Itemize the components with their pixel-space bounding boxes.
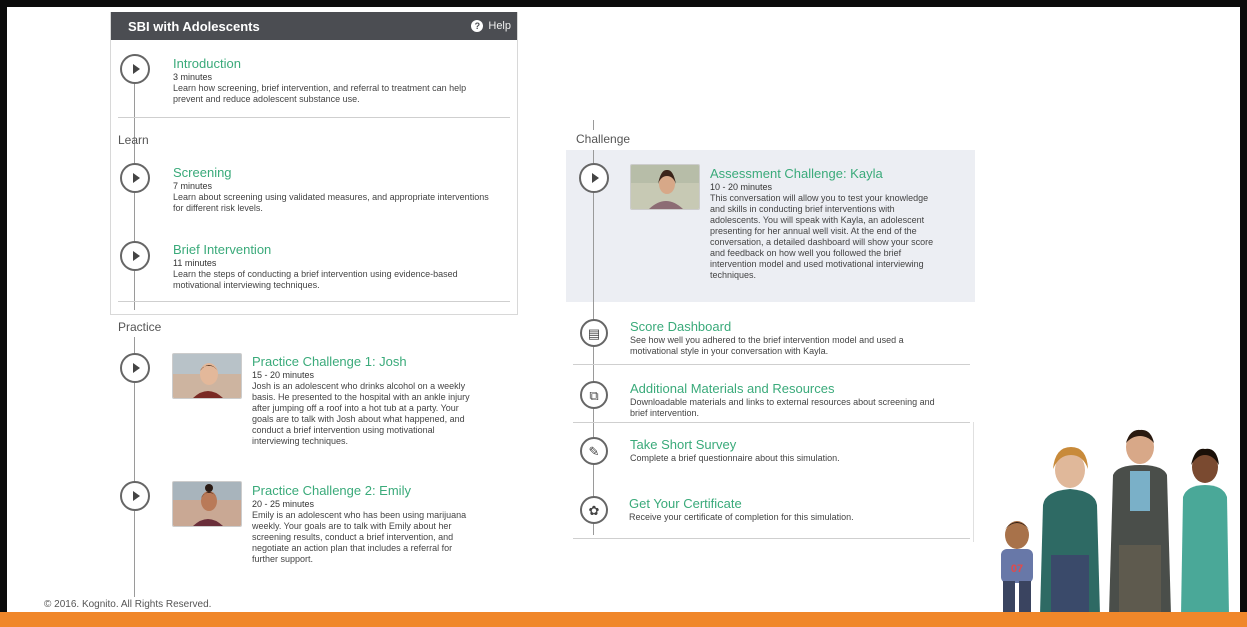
josh-thumbnail[interactable] (172, 353, 242, 399)
screening-desc-1: Learn about screening using validated me… (173, 192, 489, 202)
intro-desc-2: prevent and reduce adolescent substance … (173, 94, 360, 104)
divider (118, 117, 510, 118)
screening-duration: 7 minutes (173, 181, 213, 191)
bottom-bar (0, 612, 1247, 627)
brief-duration: 11 minutes (173, 258, 217, 268)
josh-desc-3: after jumping off a roof into a hot tub … (252, 403, 459, 413)
josh-desc-6: interviewing techniques. (252, 436, 349, 446)
emily-title[interactable]: Practice Challenge 2: Emily (252, 483, 512, 499)
certificate-icon[interactable]: ✿ (580, 496, 608, 524)
header-bar: SBI with Adolescents ? Help (111, 12, 517, 40)
woman-figure (1040, 447, 1100, 615)
divider (573, 422, 970, 423)
child-figure: 07 (1001, 521, 1033, 613)
man-figure (1109, 429, 1171, 615)
emily-item[interactable]: Practice Challenge 2: Emily 20 - 25 minu… (252, 483, 512, 565)
kayla-desc-8: techniques. (710, 270, 757, 280)
kayla-desc-6: and feedback on how well you followed th… (710, 248, 902, 258)
section-challenge: Challenge (576, 132, 631, 146)
characters-illustration: 07 (1001, 429, 1229, 615)
kayla-title[interactable]: Assessment Challenge: Kayla (710, 166, 970, 182)
emily-play-button[interactable] (120, 481, 150, 511)
josh-title[interactable]: Practice Challenge 1: Josh (252, 354, 512, 370)
help-button[interactable]: ? Help (471, 20, 511, 32)
materials-desc-2: brief intervention. (630, 408, 700, 418)
brief-title[interactable]: Brief Intervention (173, 242, 513, 258)
divider (573, 538, 970, 539)
screening-title[interactable]: Screening (173, 165, 518, 181)
kayla-desc-2: and skills in conducting brief intervent… (710, 204, 895, 214)
kayla-avatar-icon (631, 165, 699, 209)
kayla-desc-3: adolescents. You will speak with Kayla, … (710, 215, 925, 225)
emily-desc-3: screening results, conduct a brief inter… (252, 532, 454, 542)
josh-avatar-icon (173, 354, 241, 398)
certificate-title[interactable]: Get Your Certificate (629, 496, 969, 512)
josh-duration: 15 - 20 minutes (252, 370, 315, 380)
intro-play-button[interactable] (120, 54, 150, 84)
kayla-duration: 10 - 20 minutes (710, 182, 773, 192)
materials-title[interactable]: Additional Materials and Resources (630, 381, 970, 397)
materials-icon[interactable]: ⧉ (580, 381, 608, 409)
section-learn: Learn (118, 133, 149, 147)
josh-desc-1: Josh is an adolescent who drinks alcohol… (252, 381, 466, 391)
intro-title[interactable]: Introduction (173, 56, 513, 72)
course-title: SBI with Adolescents (128, 18, 260, 34)
brief-item[interactable]: Brief Intervention 11 minutes Learn the … (173, 242, 513, 291)
nurse-figure (1181, 448, 1229, 615)
emily-thumbnail[interactable] (172, 481, 242, 527)
score-title[interactable]: Score Dashboard (630, 319, 970, 335)
score-desc-2: motivational style in your conversation … (630, 346, 829, 356)
divider (573, 364, 970, 365)
emily-duration: 20 - 25 minutes (252, 499, 315, 509)
screening-item[interactable]: Screening 7 minutes Learn about screenin… (173, 165, 518, 214)
help-label: Help (488, 20, 511, 32)
josh-play-button[interactable] (120, 353, 150, 383)
score-desc-1: See how well you adhered to the brief in… (630, 335, 904, 345)
divider (118, 301, 510, 302)
screening-desc-2: for different risk levels. (173, 203, 263, 213)
josh-desc-5: conduct a brief intervention using motiv… (252, 425, 435, 435)
kayla-desc-7: intervention model and used motivational… (710, 259, 924, 269)
score-item[interactable]: Score Dashboard See how well you adhered… (630, 319, 970, 357)
brief-desc-2: motivational interviewing techniques. (173, 280, 320, 290)
kayla-item[interactable]: Assessment Challenge: Kayla 10 - 20 minu… (710, 166, 970, 281)
emily-desc-1: Emily is an adolescent who has been usin… (252, 510, 467, 520)
intro-desc-1: Learn how screening, brief intervention,… (173, 83, 467, 93)
brief-play-button[interactable] (120, 241, 150, 271)
materials-item[interactable]: Additional Materials and Resources Downl… (630, 381, 970, 419)
josh-desc-2: basis. He presented to the hospital with… (252, 392, 470, 402)
josh-item[interactable]: Practice Challenge 1: Josh 15 - 20 minut… (252, 354, 512, 447)
section-practice: Practice (118, 320, 162, 334)
kayla-play-button[interactable] (579, 163, 609, 193)
timeline-line-challenge-top (593, 120, 594, 130)
emily-desc-2: weekly. Your goals are to talk with Emil… (252, 521, 452, 531)
score-dashboard-icon[interactable]: ▤ (580, 319, 608, 347)
josh-desc-4: goals are to talk with Josh about what h… (252, 414, 465, 424)
emily-avatar-icon (173, 482, 241, 526)
survey-title[interactable]: Take Short Survey (630, 437, 970, 453)
copyright-text: © 2016. Kognito. All Rights Reserved. (44, 599, 212, 610)
intro-duration: 3 minutes (173, 72, 213, 82)
certificate-item[interactable]: Get Your Certificate Receive your certif… (629, 496, 969, 523)
intro-item[interactable]: Introduction 3 minutes Learn how screeni… (173, 56, 513, 105)
kayla-desc-4: presenting for her annual well visit. At… (710, 226, 917, 236)
brief-desc-1: Learn the steps of conducting a brief in… (173, 269, 458, 279)
survey-icon[interactable]: ✎ (580, 437, 608, 465)
screening-play-button[interactable] (120, 163, 150, 193)
right-edge-line (973, 422, 974, 542)
emily-desc-5: further support. (252, 554, 314, 564)
kayla-desc-1: This conversation will allow you to test… (710, 193, 929, 203)
help-icon: ? (471, 20, 484, 32)
kayla-thumbnail[interactable] (630, 164, 700, 210)
certificate-desc-1: Receive your certificate of completion f… (629, 512, 854, 522)
emily-desc-4: negotiate an action plan that includes a… (252, 543, 453, 553)
jersey-number: 07 (1011, 563, 1023, 575)
materials-desc-1: Downloadable materials and links to exte… (630, 397, 935, 407)
survey-item[interactable]: Take Short Survey Complete a brief quest… (630, 437, 970, 464)
survey-desc-1: Complete a brief questionnaire about thi… (630, 453, 840, 463)
kayla-desc-5: conversation, a detailed dashboard will … (710, 237, 934, 247)
